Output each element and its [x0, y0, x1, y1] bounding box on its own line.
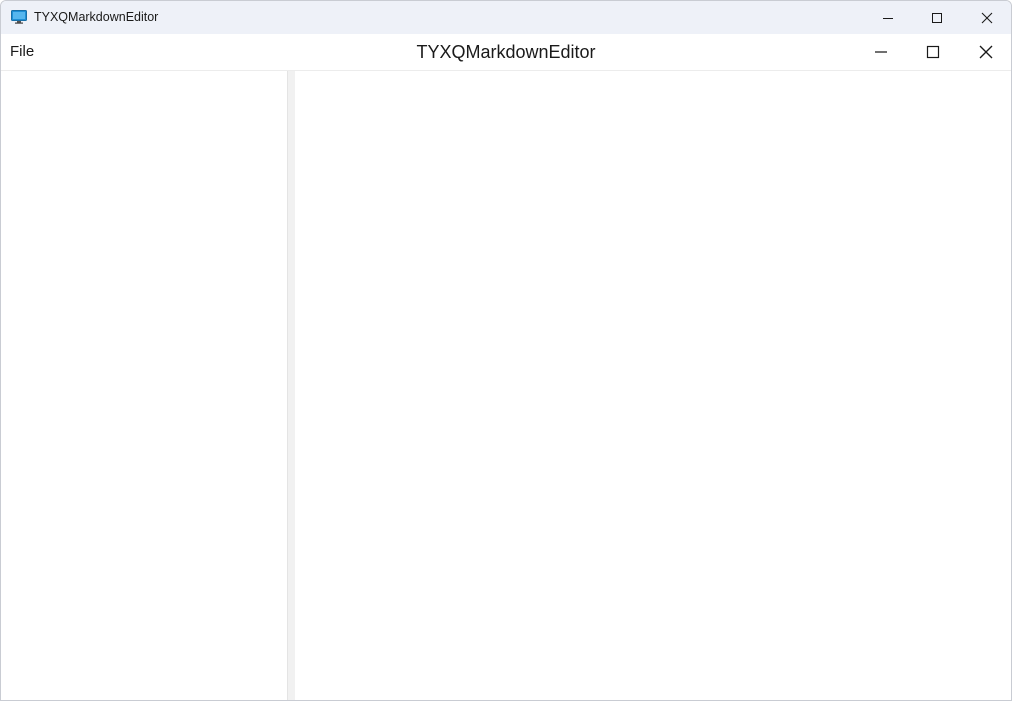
app-close-button[interactable] [961, 34, 1011, 70]
app-window: TYXQMarkdownEditor File TYXQMarkdownEdit… [0, 0, 1012, 701]
app-maximize-button[interactable] [908, 34, 958, 70]
editor-pane[interactable] [295, 71, 1011, 700]
monitor-app-icon [11, 10, 27, 24]
app-minimize-button[interactable] [856, 34, 906, 70]
minimize-icon [875, 51, 887, 53]
os-titlebar[interactable]: TYXQMarkdownEditor [1, 1, 1011, 34]
minimize-icon [883, 17, 893, 19]
maximize-icon [932, 12, 942, 23]
menu-file[interactable]: File [10, 43, 34, 60]
os-maximize-button[interactable] [913, 1, 961, 34]
close-icon [981, 12, 993, 23]
close-icon [979, 45, 993, 59]
pane-splitter[interactable] [287, 71, 295, 700]
os-minimize-button[interactable] [864, 1, 912, 34]
maximize-icon [926, 45, 940, 59]
file-tree-panel[interactable] [1, 71, 287, 700]
os-close-button[interactable] [963, 1, 1011, 34]
app-header[interactable]: File TYXQMarkdownEditor [1, 34, 1011, 71]
os-window-title: TYXQMarkdownEditor [34, 10, 159, 24]
